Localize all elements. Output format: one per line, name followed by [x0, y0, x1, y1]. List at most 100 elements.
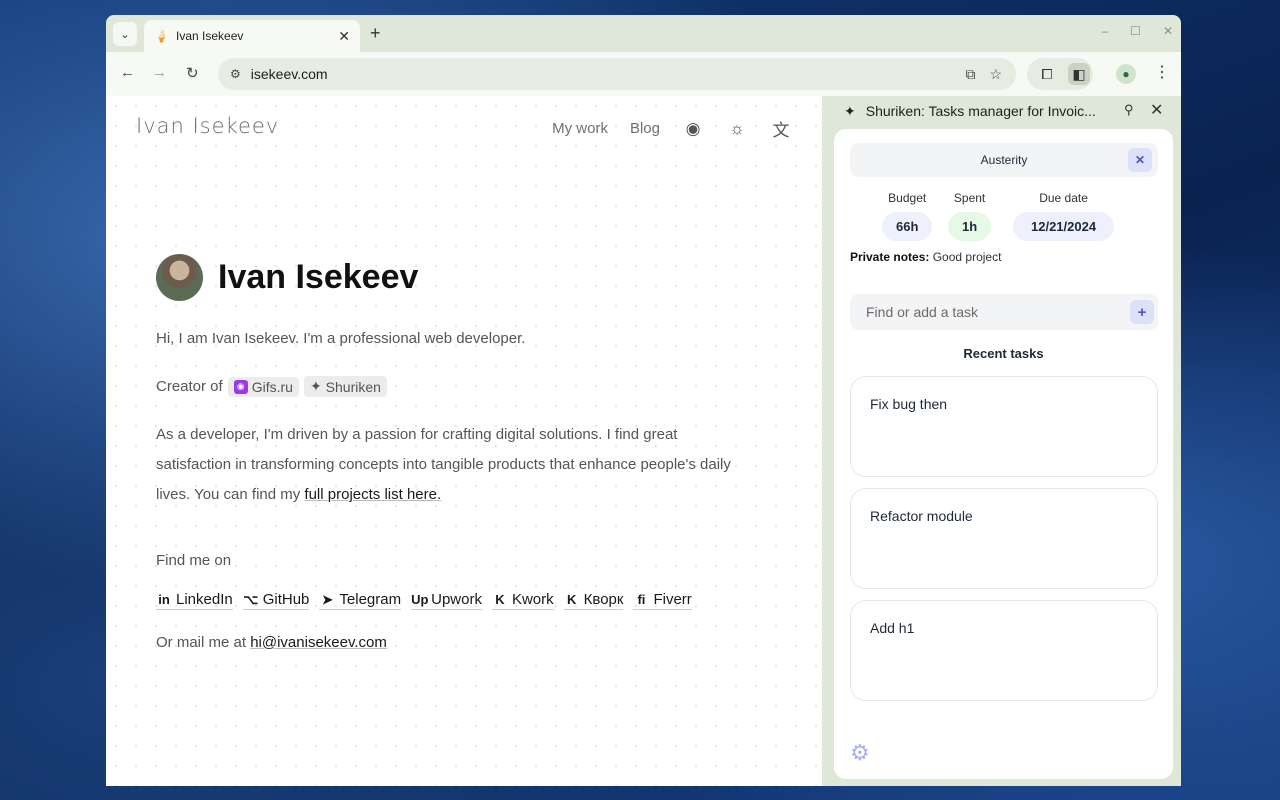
- social-telegram[interactable]: ➤ Telegram: [319, 591, 402, 610]
- extensions-puzzle-icon[interactable]: ⧠: [1036, 63, 1058, 85]
- tab-title: Ivan Isekeev: [176, 29, 244, 43]
- page-title: Ivan Isekeev: [218, 258, 419, 296]
- github-icon: ⌥: [243, 591, 259, 607]
- spent-value: 1h: [948, 212, 992, 241]
- close-icon[interactable]: ✕: [338, 28, 350, 45]
- side-panel: ✦ Shuriken: Tasks manager for Invoic... …: [822, 96, 1181, 786]
- social-github[interactable]: ⌥ GitHub: [242, 591, 310, 610]
- chevron-down-icon: ⌄: [120, 28, 130, 41]
- address-bar[interactable]: ⚙ isekeev.com ⧉ ☆: [218, 58, 1016, 90]
- web-page: Ivan Isekeev My work Blog ◉ ☼ 文 Ivan Ise…: [106, 96, 822, 786]
- forward-button[interactable]: →: [152, 64, 167, 81]
- tab-active[interactable]: 🍦 Ivan Isekeev ✕: [144, 20, 360, 52]
- nav-blog[interactable]: Blog: [630, 120, 660, 137]
- email-link[interactable]: hi@ivanisekeev.com: [250, 634, 387, 651]
- creator-line: Creator of ◉ Gifs.ru ✦ Shuriken: [156, 376, 387, 397]
- about-paragraph: As a developer, I'm driven by a passion …: [156, 420, 756, 510]
- tab-search-button[interactable]: ⌄: [113, 22, 137, 46]
- social-linkedin[interactable]: in LinkedIn: [156, 591, 233, 610]
- linkedin-icon: in: [158, 592, 170, 607]
- task-card[interactable]: Add h1: [850, 600, 1158, 701]
- project-selector[interactable]: Austerity ✕: [850, 143, 1158, 177]
- social-kwork-ru[interactable]: K Кворк: [563, 591, 624, 610]
- install-app-icon[interactable]: ⧉: [965, 66, 975, 83]
- budget-stat: Budget 66h: [882, 191, 933, 241]
- side-panel-title[interactable]: Shuriken: Tasks manager for Invoic...: [866, 103, 1114, 119]
- url-text: isekeev.com: [250, 66, 328, 82]
- due-date-stat: Due date 12/21/2024: [1013, 191, 1115, 241]
- bookmark-star-icon[interactable]: ☆: [989, 66, 1002, 83]
- social-label: GitHub: [262, 591, 310, 608]
- theme-toggle-icon[interactable]: ☼: [726, 119, 748, 139]
- gifs-label: Gifs.ru: [251, 378, 293, 395]
- social-upwork[interactable]: Up Upwork: [411, 591, 482, 610]
- more-menu-icon[interactable]: ⋮: [1154, 62, 1170, 82]
- task-title: Refactor module: [870, 508, 973, 524]
- settings-gear-icon[interactable]: ⚙: [850, 740, 870, 766]
- nav-my-work[interactable]: My work: [552, 120, 608, 137]
- clear-project-button[interactable]: ✕: [1128, 148, 1152, 172]
- notes-label: Private notes:: [850, 250, 930, 264]
- browser-toolbar: ← → ↻ ⚙ isekeev.com ⧉ ☆ ⧠ ◧ ● ⋮: [106, 52, 1181, 96]
- social-kwork[interactable]: K Kwork: [491, 591, 554, 610]
- side-panel-body: Austerity ✕ Budget 66h Spent 1h Due date…: [834, 129, 1173, 779]
- mail-label: Or mail me at: [156, 634, 247, 651]
- projects-link[interactable]: full projects list here.: [304, 486, 441, 503]
- extensions-group: ⧠ ◧: [1027, 58, 1093, 90]
- minimize-button[interactable]: –: [1101, 24, 1108, 38]
- close-icon[interactable]: ✕: [1150, 100, 1163, 120]
- omnibox-actions: ⧉ ☆: [965, 66, 1002, 83]
- task-card[interactable]: Fix bug then: [850, 376, 1158, 477]
- github-icon[interactable]: ◉: [682, 119, 704, 139]
- hero: Ivan Isekeev: [156, 254, 418, 301]
- tab-strip: ⌄ 🍦 Ivan Isekeev ✕ + – ☐ ✕: [106, 15, 1181, 52]
- spent-label: Spent: [953, 191, 986, 205]
- upwork-icon: Up: [411, 592, 429, 607]
- social-label: Fiverr: [653, 591, 692, 608]
- gifs-chip[interactable]: ◉ Gifs.ru: [227, 376, 299, 397]
- task-title: Fix bug then: [870, 396, 948, 412]
- site-nav: My work Blog ◉ ☼ 文: [552, 116, 792, 141]
- intro-text: Hi, I am Ivan Isekeev. I'm a professiona…: [156, 330, 526, 347]
- mail-line: Or mail me at hi@ivanisekeev.com: [156, 634, 387, 651]
- pin-icon[interactable]: ⚲: [1124, 102, 1134, 118]
- due-date-label: Due date: [1039, 191, 1088, 205]
- gifs-logo-icon: ◉: [233, 379, 248, 394]
- shuriken-label: Shuriken: [325, 378, 381, 395]
- social-label: Kwork: [511, 591, 554, 608]
- social-label: Telegram: [339, 591, 402, 608]
- kwork-icon: K: [495, 592, 505, 607]
- shuriken-logo-icon: ✦: [309, 378, 322, 394]
- fiverr-icon: fi: [637, 592, 646, 607]
- favicon-icon: 🍦: [154, 29, 169, 43]
- social-links: in LinkedIn ⌥ GitHub ➤ Telegram Up Upwork KK…: [156, 591, 692, 610]
- social-fiverr[interactable]: fi Fiverr: [633, 591, 692, 610]
- shuriken-chip[interactable]: ✦ Shuriken: [303, 376, 387, 397]
- profile-avatar-icon[interactable]: ●: [1116, 64, 1136, 84]
- maximize-button[interactable]: ☐: [1130, 24, 1141, 38]
- site-logo[interactable]: Ivan Isekeev: [136, 114, 279, 138]
- language-switch-icon[interactable]: 文: [770, 116, 792, 141]
- budget-value: 66h: [882, 212, 933, 241]
- task-search-input[interactable]: [850, 294, 1158, 330]
- spent-stat: Spent 1h: [948, 191, 992, 241]
- task-card[interactable]: Refactor module: [850, 488, 1158, 589]
- close-window-button[interactable]: ✕: [1163, 24, 1173, 38]
- project-name: Austerity: [980, 153, 1028, 167]
- budget-label: Budget: [888, 191, 927, 205]
- social-label: Кворк: [583, 591, 624, 608]
- telegram-icon: ➤: [321, 591, 333, 607]
- recent-tasks-title: Recent tasks: [963, 346, 1044, 361]
- creator-label: Creator of: [156, 378, 223, 395]
- reload-button[interactable]: ↻: [186, 64, 199, 82]
- new-tab-button[interactable]: +: [370, 23, 381, 44]
- kwork-icon: K: [566, 592, 577, 607]
- due-date-value: 12/21/2024: [1013, 212, 1115, 241]
- side-panel-icon[interactable]: ◧: [1068, 63, 1090, 85]
- about-text: As a developer, I'm driven by a passion …: [156, 426, 731, 503]
- site-info-icon[interactable]: ⚙: [230, 67, 241, 81]
- find-me-label: Find me on: [156, 552, 232, 569]
- add-task-button[interactable]: +: [1130, 300, 1154, 324]
- social-label: LinkedIn: [176, 591, 233, 608]
- back-button[interactable]: ←: [120, 64, 135, 81]
